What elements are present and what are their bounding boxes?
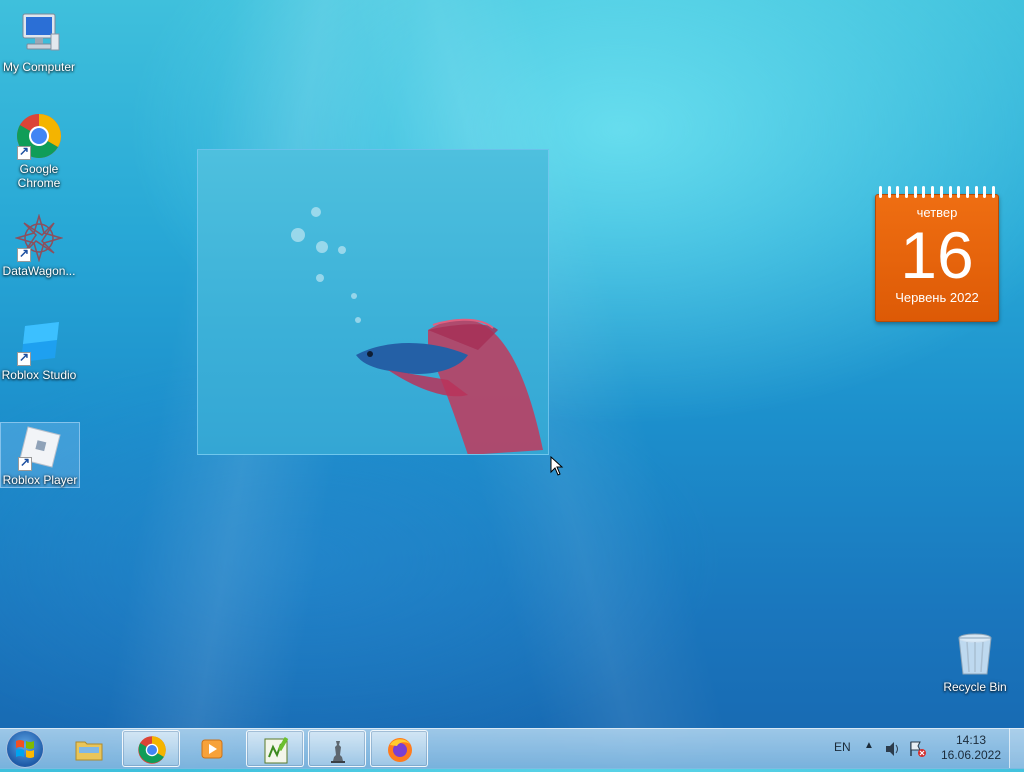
desktop-icon-label: My Computer bbox=[2, 60, 76, 74]
shortcut-arrow-icon bbox=[17, 350, 31, 366]
taskbar-media-player-button[interactable] bbox=[184, 730, 242, 767]
notepad-icon bbox=[261, 735, 291, 765]
desktop-icon-google-chrome[interactable]: Google Chrome bbox=[0, 112, 78, 190]
shortcut-arrow-icon bbox=[17, 246, 31, 262]
taskbar-chess-button[interactable] bbox=[308, 730, 366, 767]
desktop-icon-my-computer[interactable]: My Computer bbox=[0, 10, 78, 74]
betta-fish-image bbox=[291, 207, 543, 454]
taskbar-explorer-button[interactable] bbox=[60, 730, 118, 767]
firefox-icon bbox=[385, 735, 415, 765]
desktop-icon-label: Roblox Studio bbox=[1, 368, 77, 382]
taskbar-notepad-button[interactable] bbox=[246, 730, 304, 767]
desktop-icon-roblox-studio[interactable]: Roblox Studio bbox=[0, 318, 78, 382]
computer-icon bbox=[15, 10, 63, 58]
clock-time: 14:13 bbox=[955, 733, 987, 747]
media-player-icon bbox=[198, 734, 228, 764]
calendar-gadget[interactable]: четвер 16 Червень 2022 bbox=[875, 186, 999, 322]
volume-icon[interactable] bbox=[884, 741, 902, 757]
calendar-binding-rings bbox=[879, 186, 995, 200]
action-center-flag-icon[interactable] bbox=[908, 740, 928, 758]
taskbar-chrome-button[interactable] bbox=[122, 730, 180, 767]
desktop-icon-label: DataWagon... bbox=[2, 264, 76, 278]
image-preview-window[interactable] bbox=[197, 149, 549, 455]
show-desktop-button[interactable] bbox=[1009, 728, 1024, 768]
recycle-bin-icon bbox=[951, 630, 999, 678]
desktop-icon-label: Roblox Player bbox=[2, 473, 78, 487]
windows-logo-icon bbox=[16, 740, 34, 758]
calendar-day-number: 16 bbox=[900, 218, 974, 292]
taskbar-firefox-button[interactable] bbox=[370, 730, 428, 767]
clock-date: 16.06.2022 bbox=[940, 748, 1002, 762]
roblox-studio-icon bbox=[15, 318, 63, 366]
desktop-icon-recycle-bin[interactable]: Recycle Bin bbox=[936, 630, 1014, 694]
taskbar: EN ▲ bbox=[0, 728, 1024, 769]
desktop-icon-label: Recycle Bin bbox=[943, 680, 1007, 694]
language-indicator[interactable]: EN bbox=[834, 740, 851, 754]
calendar-month-year: Червень 2022 bbox=[895, 290, 979, 305]
roblox-player-icon bbox=[16, 423, 64, 471]
desktop-icon-roblox-player[interactable]: Roblox Player bbox=[0, 422, 80, 488]
datawagon-icon bbox=[14, 213, 64, 263]
chrome-icon bbox=[15, 112, 63, 160]
mouse-cursor-icon bbox=[550, 456, 564, 476]
shortcut-arrow-icon bbox=[18, 455, 32, 471]
shortcut-arrow-icon bbox=[17, 144, 31, 160]
show-hidden-icons-icon[interactable]: ▲ bbox=[864, 740, 874, 751]
desktop-icon-datawagon[interactable]: DataWagon... bbox=[0, 213, 78, 278]
taskbar-clock[interactable]: 14:13 16.06.2022 bbox=[940, 733, 1002, 763]
desktop-icon-label: Google Chrome bbox=[17, 162, 61, 190]
chrome-icon bbox=[137, 735, 167, 765]
start-button[interactable] bbox=[6, 730, 44, 768]
chess-icon bbox=[323, 735, 353, 765]
folder-icon bbox=[74, 734, 104, 764]
